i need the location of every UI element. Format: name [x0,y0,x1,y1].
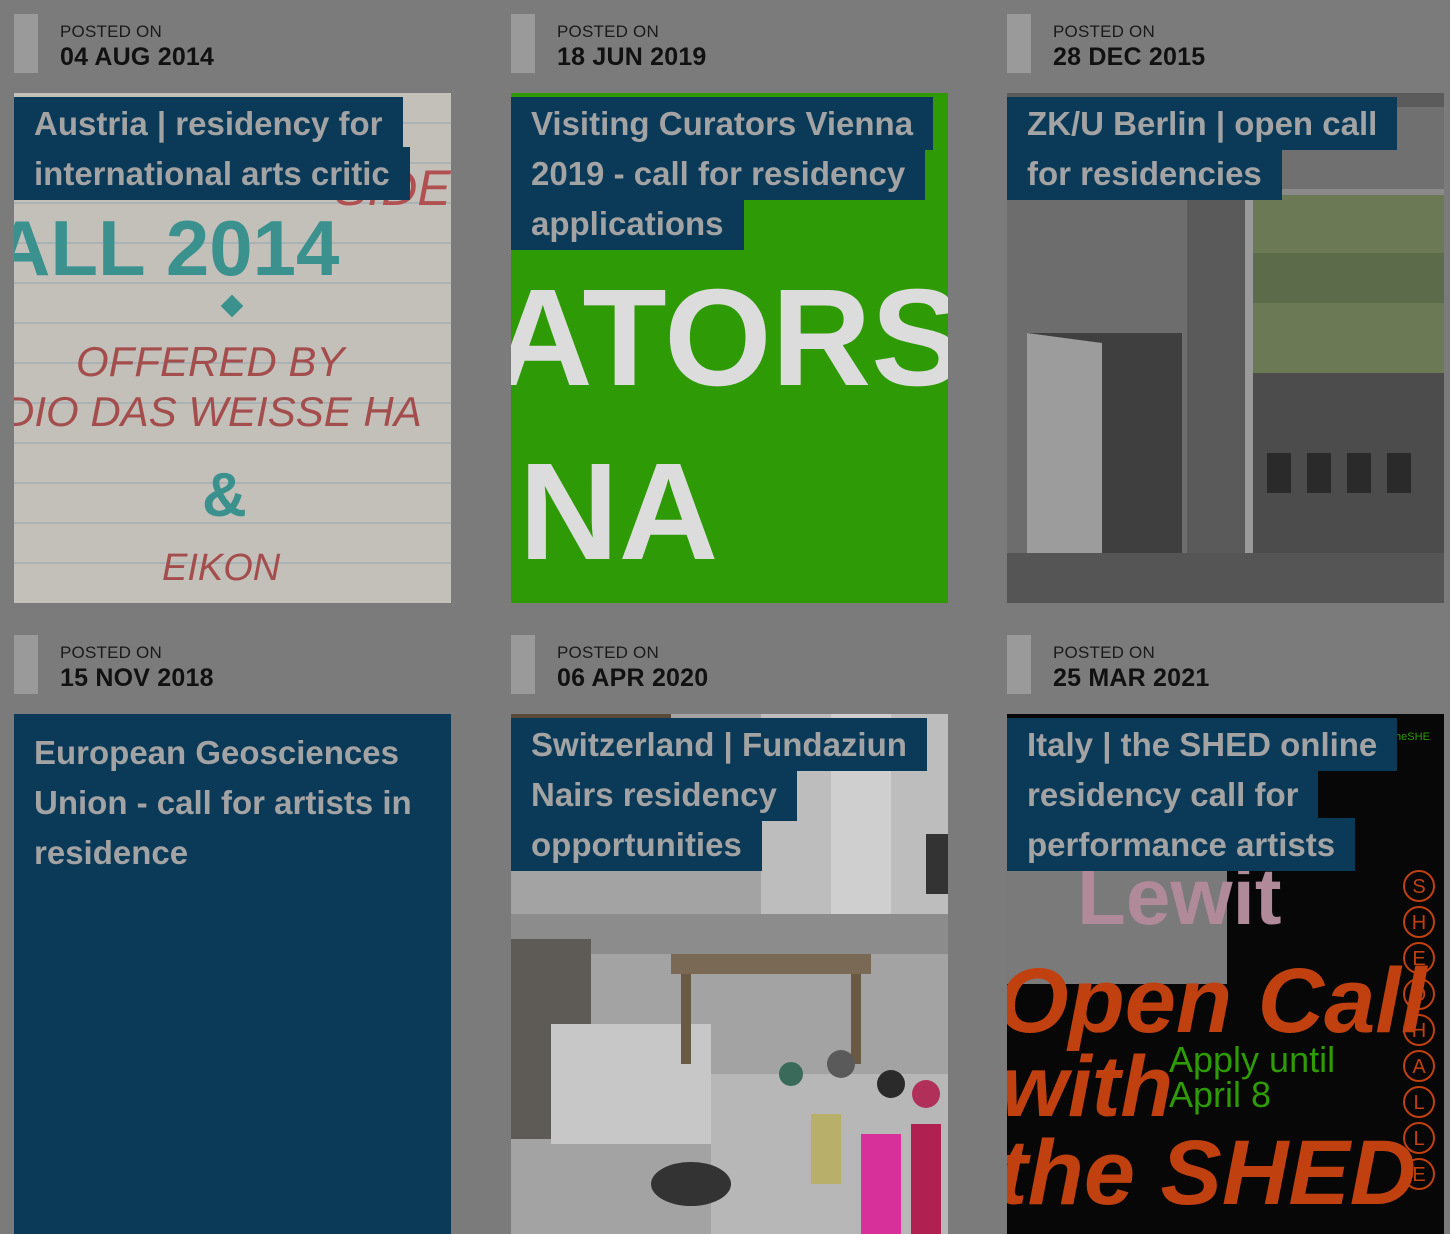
post-title[interactable]: Visiting Curators Vienna 2019 - call for… [511,97,934,250]
poster-text: ALL 2014 [14,204,339,292]
date-bar [14,635,38,694]
date-bar [511,14,535,73]
poster-letter: L [1413,1092,1424,1114]
posted-on-label: POSTED ON [557,643,659,662]
poster-text: OFFERED BY [76,338,347,385]
poster-letter: H [1412,1020,1426,1042]
post-thumbnail[interactable]: European Geosciences Union - call for ar… [14,714,451,1234]
post-title[interactable]: Austria | residency for international ar… [14,97,414,200]
posted-on-label: POSTED ON [60,22,162,41]
post-title[interactable]: ZK/U Berlin | open call for residencies [1007,97,1407,200]
posted-on-label: POSTED ON [1053,22,1155,41]
poster-text: DIO DAS WEISSE HA [14,388,422,435]
post-date: 04 AUG 2014 [60,43,215,71]
post-date: 18 JUN 2019 [557,43,707,71]
poster-letter: E [1412,1164,1425,1186]
poster-letter: S [1412,876,1425,898]
post-thumbnail[interactable]: SIDE ALL 2014 OFFERED BY DIO DAS WEISSE … [14,93,451,603]
poster-text: April 8 [1169,1074,1271,1115]
post-date: 25 MAR 2021 [1053,664,1210,692]
post-title[interactable]: European Geosciences Union - call for ar… [34,728,434,878]
date-bar [14,14,38,73]
poster-letter: H [1412,912,1426,934]
post-meta: POSTED ON 18 JUN 2019 [511,14,948,74]
post-date: 15 NOV 2018 [60,664,214,692]
posted-on-label: POSTED ON [557,22,659,41]
poster-letter: D [1412,984,1426,1006]
poster-letter: A [1412,1056,1426,1078]
post-meta: POSTED ON 04 AUG 2014 [14,14,451,74]
post-date: 28 DEC 2015 [1053,43,1206,71]
post-meta: POSTED ON 06 APR 2020 [511,635,948,695]
poster-text: Open Call [1007,950,1429,1052]
post-title[interactable]: Switzerland | Fundaziun Nairs residency … [511,718,927,871]
date-bar [1007,635,1031,694]
post-thumbnail[interactable]: ZK/U Berlin | open call for residencies [1007,93,1444,603]
post-meta: POSTED ON 15 NOV 2018 [14,635,451,695]
post-date: 06 APR 2020 [557,664,709,692]
poster-text: NA [519,435,718,589]
poster-text: EIKON [162,547,281,589]
post-title[interactable]: Italy | the SHED online residency call f… [1007,718,1427,871]
date-bar [511,635,535,694]
date-bar [1007,14,1031,73]
post-thumbnail[interactable]: Switzerland | Fundaziun Nairs residency … [511,714,948,1234]
poster-letter: E [1412,948,1425,970]
posted-on-label: POSTED ON [1053,643,1155,662]
poster-text: & [202,461,247,530]
poster-text: with [1007,1039,1173,1135]
post-meta: POSTED ON 28 DEC 2015 [1007,14,1444,74]
poster-text: the SHED [1007,1122,1416,1224]
posted-on-label: POSTED ON [60,643,162,662]
poster-text: ATORS [511,261,948,415]
post-thumbnail[interactable]: theSHE Lewit Open Call with Apply until … [1007,714,1444,1234]
post-meta: POSTED ON 25 MAR 2021 [1007,635,1444,695]
post-thumbnail[interactable]: ATORS NA Visiting Curators Vienna 2019 -… [511,93,948,603]
poster-letter: L [1413,1128,1424,1150]
